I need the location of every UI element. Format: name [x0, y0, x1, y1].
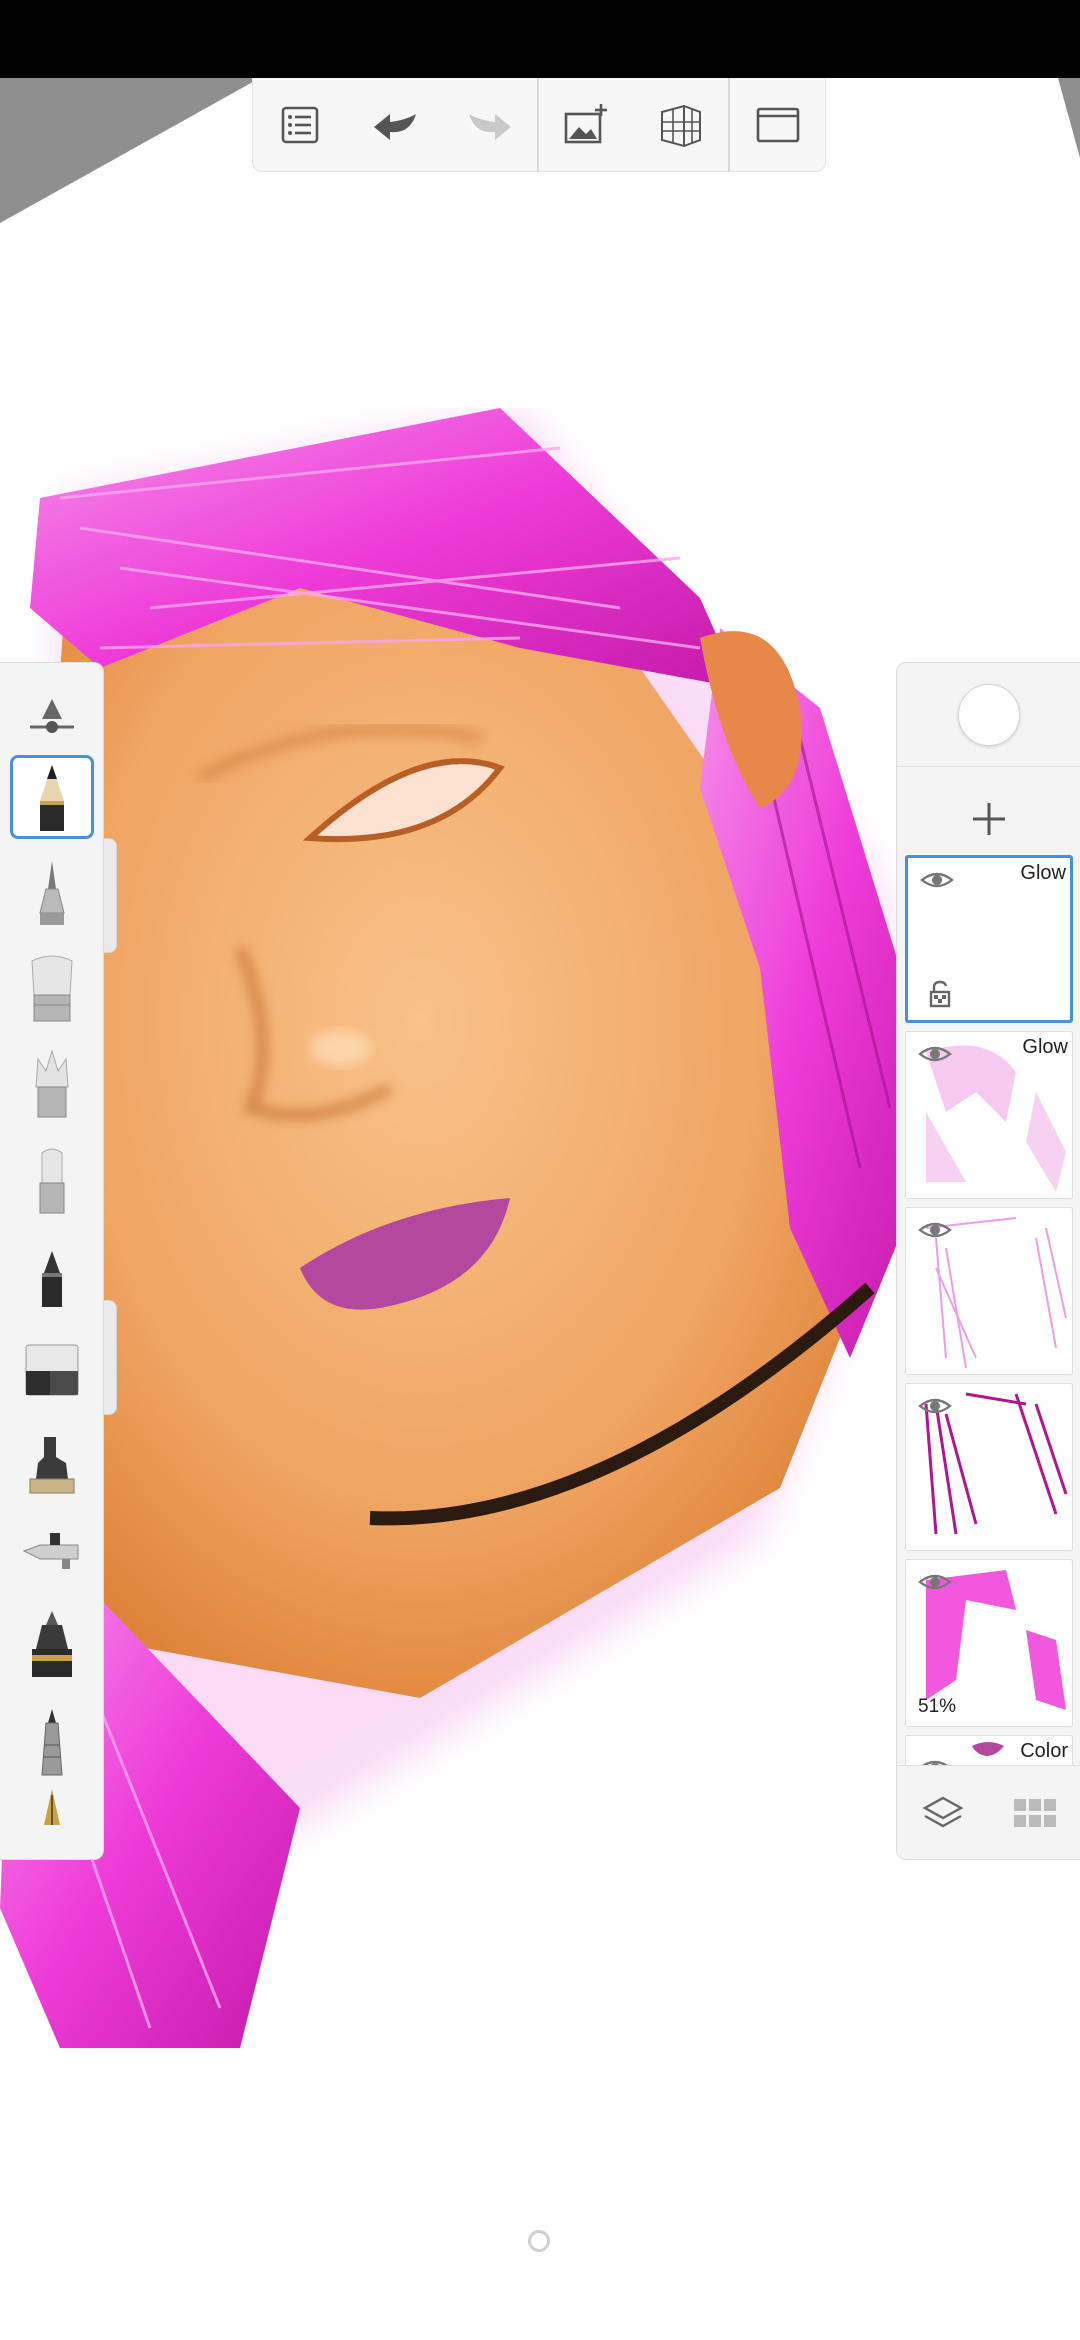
ballpoint-pen-tool[interactable] [10, 849, 94, 933]
fill-pen-icon [32, 1611, 72, 1677]
pencil-icon [40, 765, 64, 831]
airbrush-tool[interactable] [10, 1509, 94, 1593]
fine-pen-tool[interactable] [10, 1699, 94, 1783]
quill-pen-tool[interactable] [10, 1783, 94, 1859]
pencil-tool[interactable] [10, 755, 94, 839]
smudge-tool[interactable] [10, 1421, 94, 1505]
marking-menu-puck[interactable] [528, 2230, 550, 2252]
flat-brush-icon [39, 1148, 65, 1214]
brush-size-slider-icon [30, 699, 74, 733]
eraser-tool[interactable] [10, 1327, 94, 1411]
brush-size-opacity-control[interactable] [10, 675, 94, 759]
eye-icon[interactable] [918, 1042, 952, 1066]
canvas-background-corner [1058, 78, 1080, 158]
layer-blend-mode: Color [1020, 1740, 1068, 1762]
layer-thumbnail[interactable] [905, 1207, 1073, 1375]
brush-palette-handle[interactable] [103, 838, 117, 953]
plus-icon [973, 803, 1005, 835]
layer-panel-footer [897, 1765, 1080, 1859]
fullscreen-button[interactable] [730, 78, 825, 172]
add-layer-button[interactable] [897, 769, 1080, 869]
add-image-button[interactable] [539, 78, 634, 172]
fine-pen-icon [41, 1709, 63, 1776]
layer-blend-mode: Glow [1022, 1036, 1068, 1058]
artwork-portrait [0, 408, 920, 2048]
paint-brush-tool[interactable] [10, 1041, 94, 1125]
layer-thumbnail[interactable] [905, 1383, 1073, 1551]
layer-panel: Glow Glow 51% Color [896, 662, 1080, 1860]
layers-stack-icon[interactable] [921, 1794, 965, 1834]
layer-grid-icon[interactable] [1012, 1797, 1058, 1831]
brush-palette [0, 662, 104, 1860]
eye-icon[interactable] [918, 1394, 952, 1418]
soft-brush-tool[interactable] [10, 945, 94, 1029]
eye-icon[interactable] [920, 868, 954, 892]
fill-pen-tool[interactable] [10, 1601, 94, 1685]
top-toolbar [252, 77, 826, 172]
smudge-icon [29, 1437, 75, 1494]
list-icon [282, 106, 319, 143]
layer-thumbnail[interactable]: Glow [905, 1031, 1073, 1199]
brush-palette-handle[interactable] [103, 1300, 117, 1415]
undo-arrow-icon [374, 113, 416, 140]
layer-blend-mode: Glow [1020, 862, 1066, 884]
redo-arrow-icon [468, 113, 511, 140]
add-image-icon [565, 103, 608, 143]
list-menu-button[interactable] [253, 78, 348, 172]
marker-tool[interactable] [10, 1231, 94, 1315]
quill-pen-icon [44, 1789, 60, 1825]
redo-button[interactable] [442, 78, 537, 172]
undo-button[interactable] [348, 78, 443, 172]
eye-icon[interactable] [918, 1570, 952, 1594]
unlock-transparency-icon[interactable] [928, 980, 952, 1008]
layer-opacity: 51% [918, 1696, 957, 1717]
ballpoint-pen-icon [39, 861, 65, 925]
status-bar [0, 0, 1080, 78]
perspective-guide-button[interactable] [634, 78, 729, 172]
flat-brush-tool[interactable] [10, 1137, 94, 1221]
canvas-background-corner [0, 78, 260, 223]
fullscreen-frame-icon [756, 107, 799, 142]
marker-icon [42, 1251, 62, 1307]
soft-brush-icon [31, 955, 73, 1022]
eraser-icon [25, 1344, 79, 1396]
paint-brush-icon [35, 1049, 69, 1118]
layer-thumbnail[interactable]: 51% [905, 1559, 1073, 1727]
airbrush-icon [22, 1533, 79, 1569]
color-puck-area [897, 663, 1080, 767]
color-puck[interactable] [958, 683, 1020, 746]
layer-thumbnail[interactable]: Glow [905, 855, 1073, 1023]
perspective-grid-icon [660, 104, 701, 147]
eye-icon[interactable] [918, 1218, 952, 1242]
